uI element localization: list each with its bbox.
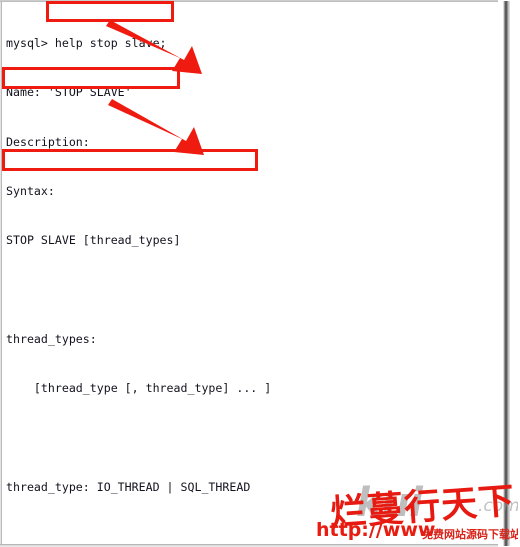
console-line: thread_types:: [6, 331, 97, 346]
console-line: Name: 'STOP SLAVE': [6, 85, 132, 100]
scrollbar-track[interactable]: [503, 1, 510, 546]
console-output: mysql> help stop slave; Name: 'STOP SLAV…: [6, 2, 498, 547]
console-line: mysql> help stop slave;: [6, 35, 167, 50]
vertical-scrollbar[interactable]: [498, 0, 520, 547]
window-border-left: [0, 0, 2, 547]
console-line: Description:: [6, 134, 90, 149]
console-line: Syntax:: [6, 183, 55, 198]
console-line: [thread_type [, thread_type] ... ]: [6, 381, 272, 396]
mysql-console-window: mysql> help stop slave; Name: 'STOP SLAV…: [0, 0, 520, 547]
console-line: thread_type: IO_THREAD | SQL_THREAD: [6, 480, 251, 494]
console-line: STOP SLAVE [thread_types]: [6, 233, 181, 248]
